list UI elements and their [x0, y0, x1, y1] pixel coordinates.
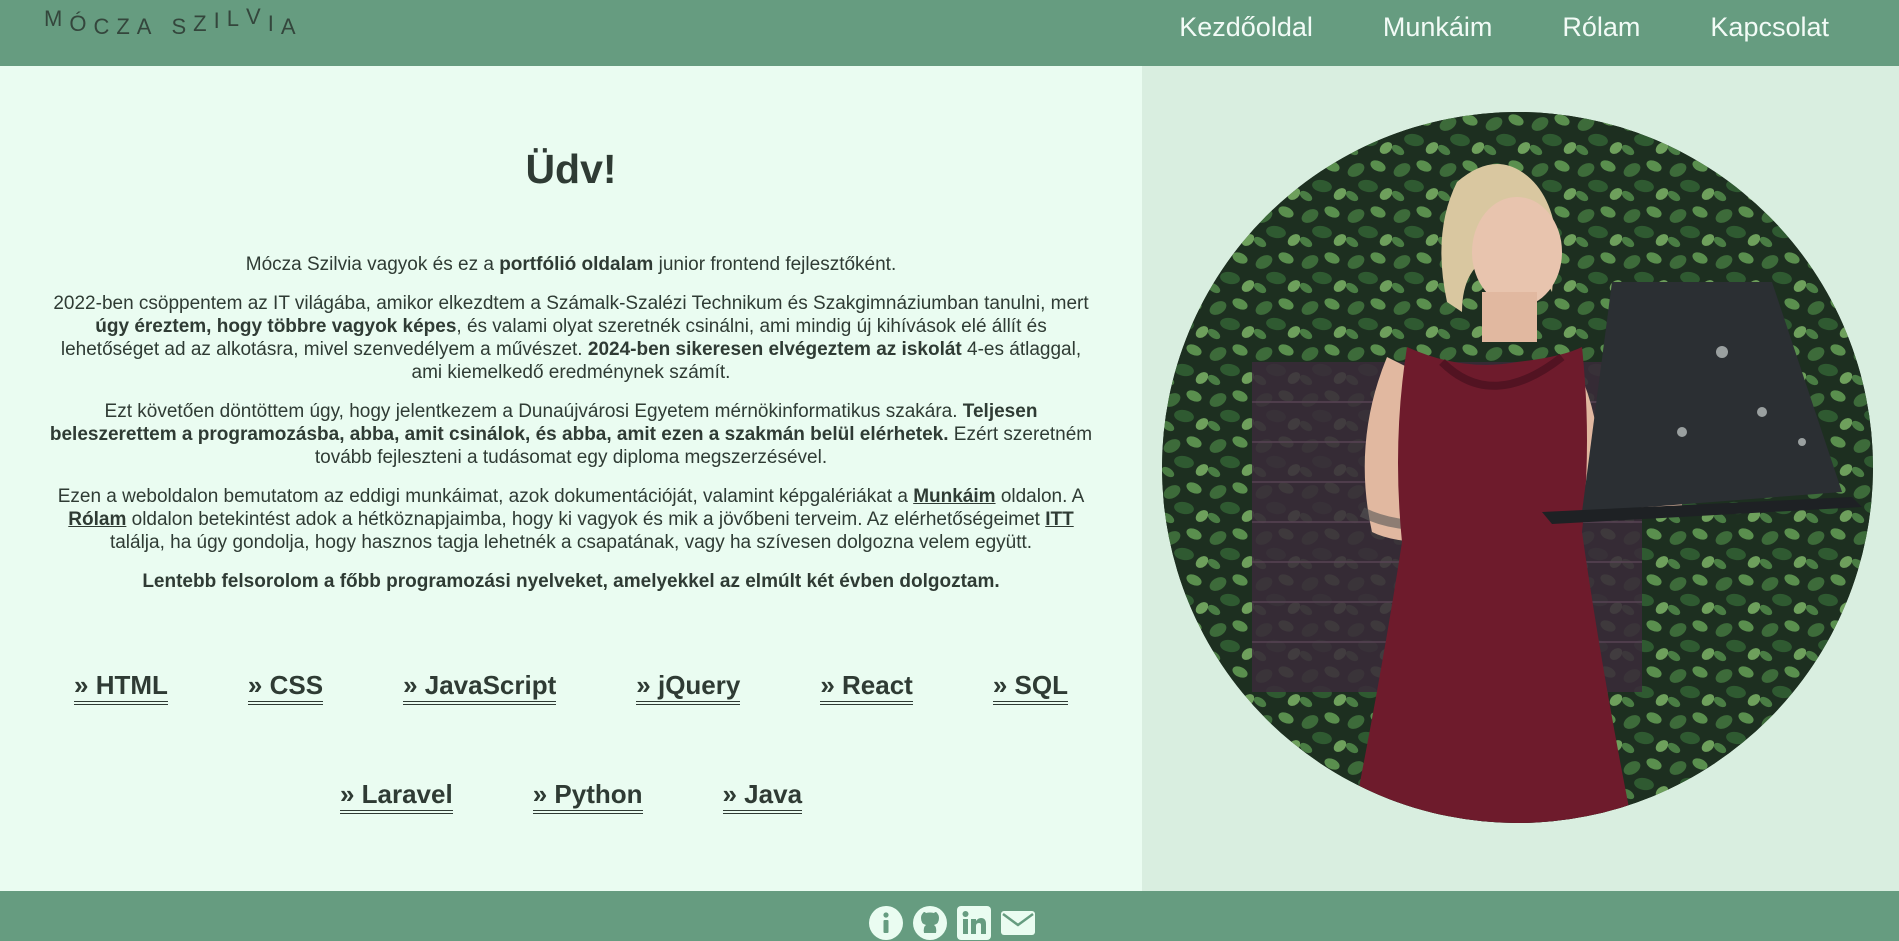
- page-title: Üdv!: [525, 146, 617, 192]
- profile-photo: [1162, 112, 1873, 823]
- lang-python-link[interactable]: » Python: [532, 779, 643, 814]
- lang-laravel-link[interactable]: » Laravel: [339, 779, 453, 814]
- logo-letter: I: [267, 11, 274, 36]
- info-icon[interactable]: [868, 905, 904, 941]
- logo-letter: M: [44, 6, 63, 31]
- logo-letter: A: [280, 14, 296, 39]
- lang-react-link[interactable]: » React: [820, 670, 913, 705]
- intro-text: Mócza Szilvia vagyok és ez a portfólió o…: [44, 253, 1098, 609]
- mail-icon[interactable]: [1000, 905, 1036, 941]
- nav-munkaim[interactable]: Munkáim: [1383, 12, 1493, 43]
- header: MÓCZASZILVIA Kezdőoldal Munkáim Rólam Ka…: [0, 0, 1899, 66]
- nav-kapcsolat[interactable]: Kapcsolat: [1710, 12, 1829, 43]
- lang-javascript-link[interactable]: » JavaScript: [403, 670, 557, 705]
- footer-icons: [868, 905, 1036, 941]
- intro-paragraph-5: Lentebb felsorolom a főbb programozási n…: [142, 571, 1000, 592]
- logo-letter: L: [226, 6, 239, 31]
- logo-letter: I: [213, 8, 220, 33]
- logo-letter: S: [171, 14, 187, 39]
- main-nav: Kezdőoldal Munkáim Rólam Kapcsolat: [1179, 12, 1829, 43]
- logo-letter: Ó: [69, 11, 87, 36]
- nav-kezdooldal[interactable]: Kezdőoldal: [1179, 12, 1313, 43]
- logo-letter: A: [136, 14, 152, 39]
- intro-paragraph-3: Ezt követően döntöttem úgy, hogy jelentk…: [49, 401, 1093, 468]
- language-list-row-2: » Laravel » Python » Java: [0, 779, 1142, 814]
- intro-paragraph-1: Mócza Szilvia vagyok és ez a portfólió o…: [245, 254, 897, 275]
- logo-letter: V: [246, 4, 261, 29]
- lang-sql-link[interactable]: » SQL: [992, 670, 1068, 705]
- nav-rolam[interactable]: Rólam: [1562, 12, 1640, 43]
- logo-letter: Z: [116, 14, 130, 39]
- munkaim-link[interactable]: Munkáim: [913, 486, 995, 507]
- rolam-link[interactable]: Rólam: [68, 509, 126, 530]
- lang-java-link[interactable]: » Java: [722, 779, 803, 814]
- logo-letter: C: [93, 14, 110, 39]
- lang-css-link[interactable]: » CSS: [247, 670, 324, 705]
- linkedin-icon[interactable]: [956, 905, 992, 941]
- site-logo[interactable]: MÓCZASZILVIA: [44, 4, 296, 39]
- lang-jquery-link[interactable]: » jQuery: [636, 670, 741, 705]
- lang-html-link[interactable]: » HTML: [74, 670, 168, 705]
- language-list-row-1: » HTML » CSS » JavaScript » jQuery » Rea…: [0, 670, 1142, 705]
- intro-paragraph-2: 2022-ben csöppentem az IT világába, amik…: [53, 293, 1089, 383]
- intro-paragraph-4: Ezen a weboldalon bemutatom az eddigi mu…: [57, 486, 1085, 553]
- logo-letter: Z: [193, 11, 207, 36]
- contact-itt-link[interactable]: ITT: [1045, 509, 1074, 530]
- github-icon[interactable]: [912, 905, 948, 941]
